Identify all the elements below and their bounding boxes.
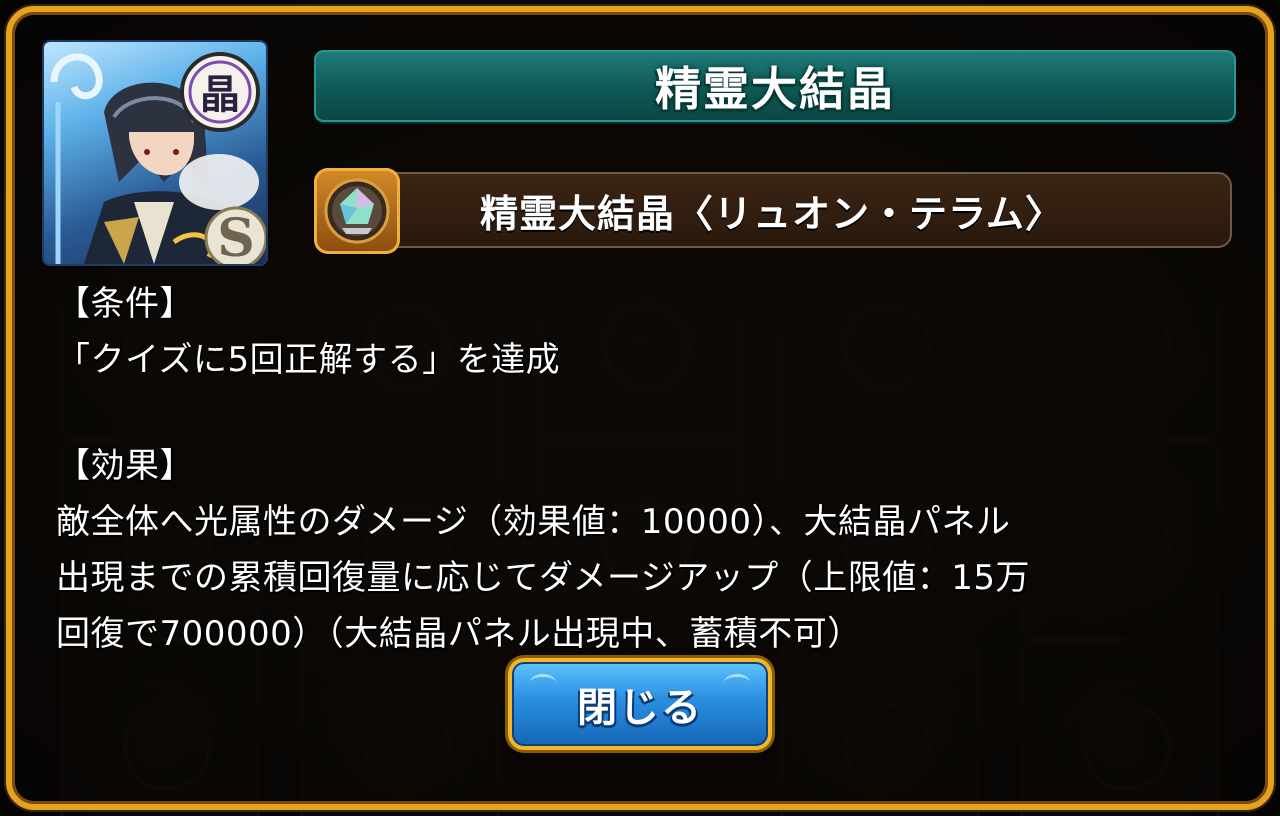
effect-line: 出現までの累積回復量に応じてダメージアップ（上限値：15万 <box>56 558 1031 598</box>
dialog-title-bar: 精霊大結晶 <box>314 50 1236 122</box>
condition-heading: 【条件】 <box>56 284 194 324</box>
effect-line: 敵全体へ光属性のダメージ（効果値：10000）、大結晶パネル <box>56 502 1011 542</box>
effect-heading: 【効果】 <box>56 446 194 486</box>
button-flourish-left <box>530 674 556 691</box>
crystal-name-bar: 精霊大結晶〈リュオン・テラム〉 <box>314 168 1232 254</box>
close-button-label: 閉じる <box>577 685 703 731</box>
crystal-gem-icon <box>324 178 390 244</box>
crystal-badge <box>314 168 400 254</box>
close-button[interactable]: 閉じる <box>508 658 772 750</box>
condition-text: 「クイズに5回正解する」を達成 <box>56 340 561 380</box>
element-glyph: 晶 <box>200 72 240 118</box>
character-card-icon: 晶 S <box>50 52 266 264</box>
character-card: 晶 S <box>44 42 266 264</box>
effect-line: 回復で700000）（大結晶パネル出現中、蓄積不可） <box>56 614 862 654</box>
rank-badge: S <box>217 208 255 264</box>
dialog-title: 精霊大結晶 <box>655 62 895 116</box>
crystal-name: 精霊大結晶〈リュオン・テラム〉 <box>480 191 1064 236</box>
game-screen: 晶 S 精霊大結晶 精霊大結晶〈リュオン・テラム〉 【条件】 「クイズに5回正解… <box>0 0 1280 816</box>
button-flourish-right <box>724 674 750 691</box>
